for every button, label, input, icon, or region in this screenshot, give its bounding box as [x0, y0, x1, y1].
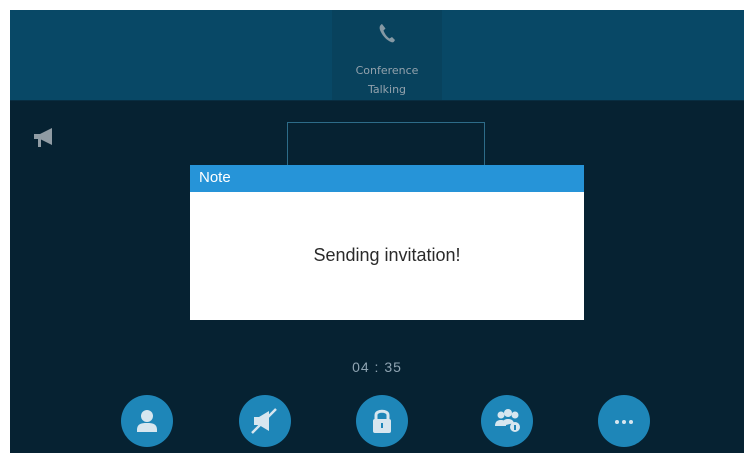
lock-icon [373, 409, 391, 433]
dialog-message: Sending invitation! [313, 245, 461, 265]
more-button[interactable] [598, 395, 650, 447]
contact-icon [137, 410, 157, 432]
conference-manage-icon [495, 409, 520, 432]
mute-icon [251, 408, 277, 434]
contact-button[interactable] [121, 395, 173, 447]
lock-button[interactable] [356, 395, 408, 447]
note-dialog: Note Sending invitation! [190, 165, 584, 320]
dialog-header: Note [190, 165, 584, 192]
phone-screen: Conference Talking Note Sending invitati… [10, 10, 744, 453]
more-icon [615, 420, 633, 424]
conference-manage-button[interactable] [481, 395, 533, 447]
call-timer: 04 : 35 [352, 359, 402, 375]
dialog-title: Note [199, 169, 231, 186]
mute-button[interactable] [239, 395, 291, 447]
